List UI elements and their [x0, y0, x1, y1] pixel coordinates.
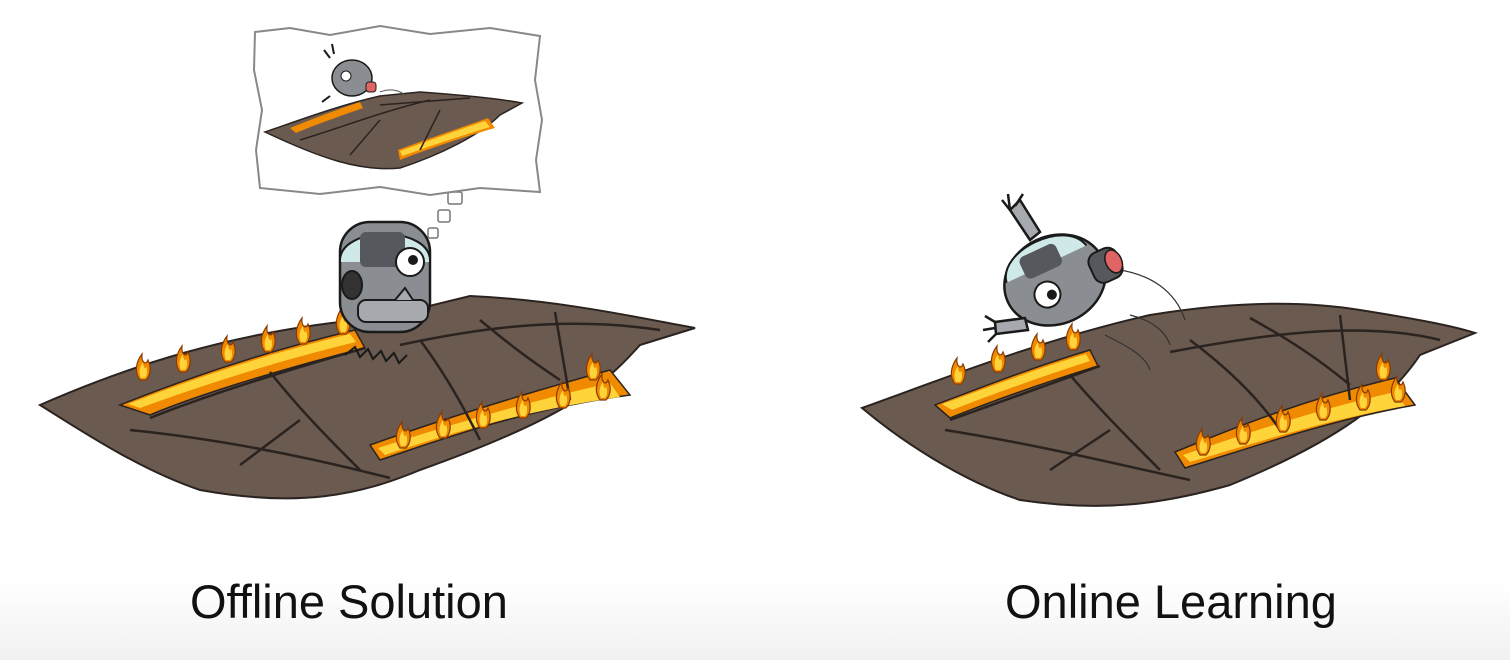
thought-image	[252, 24, 544, 197]
offline-solution-caption: Offline Solution	[190, 575, 508, 628]
thinking-robot-icon	[338, 220, 432, 334]
offline-scene	[37, 24, 696, 500]
slide-illustration	[37, 24, 1478, 507]
slide: Offline Solution Online Learning	[0, 0, 1510, 660]
online-learning-caption: Online Learning	[1005, 575, 1337, 628]
thought-bubble-icon	[427, 191, 463, 239]
online-scene	[860, 193, 1478, 507]
